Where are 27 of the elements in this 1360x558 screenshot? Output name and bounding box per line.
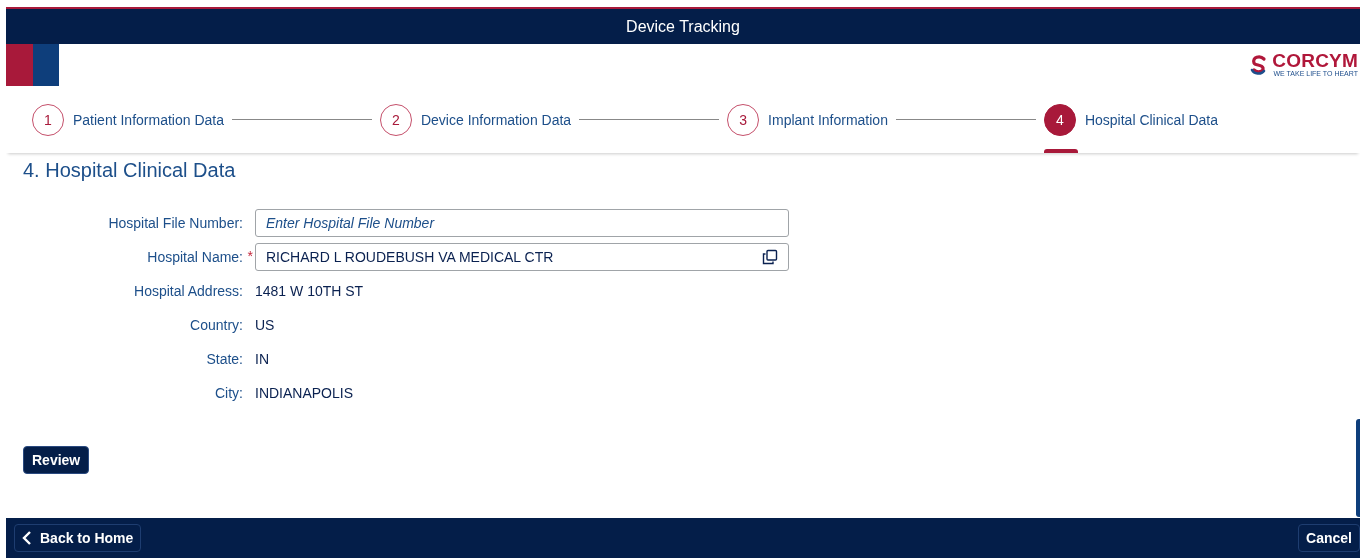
field-value: IN — [255, 351, 269, 367]
field-label: State: — [206, 351, 243, 367]
field-label: Hospital Address: — [134, 283, 243, 299]
wizard-step[interactable]: 1 Patient Information Data — [32, 86, 224, 153]
section-title: 4. Hospital Clinical Data — [23, 159, 237, 182]
wizard-step[interactable]: 3 Implant Information — [727, 86, 888, 153]
field-value: 1481 W 10TH ST — [255, 283, 364, 299]
value-help-icon[interactable] — [762, 249, 778, 265]
wizard-step[interactable]: 4 Hospital Clinical Data — [1043, 86, 1218, 153]
wizard-step[interactable]: 2 Device Information Data — [379, 86, 572, 153]
scrollbar-thumb[interactable] — [1356, 419, 1360, 517]
field-value: US — [255, 317, 275, 333]
input-field[interactable]: Enter Hospital File Number — [255, 209, 789, 237]
review-button[interactable]: Review — [23, 446, 90, 474]
back-button[interactable]: Back to Home — [14, 524, 142, 552]
cancel-button[interactable]: Cancel — [1298, 524, 1360, 552]
field-label: Hospital File Number: — [108, 215, 243, 231]
input-field[interactable]: RICHARD L ROUDEBUSH VA MEDICAL CTR — [255, 243, 789, 271]
field-label: Hospital Name: — [147, 249, 243, 265]
required-mark: * — [247, 248, 253, 264]
field-label: City: — [215, 385, 243, 401]
field-label: Country: — [190, 317, 243, 333]
chevron-left-icon — [22, 530, 32, 546]
field-value: INDIANAPOLIS — [255, 385, 354, 401]
app-title: Device Tracking — [626, 17, 740, 36]
logo-wordmark: CORCYM — [1272, 52, 1358, 70]
brand-stripes-icon — [6, 44, 59, 86]
